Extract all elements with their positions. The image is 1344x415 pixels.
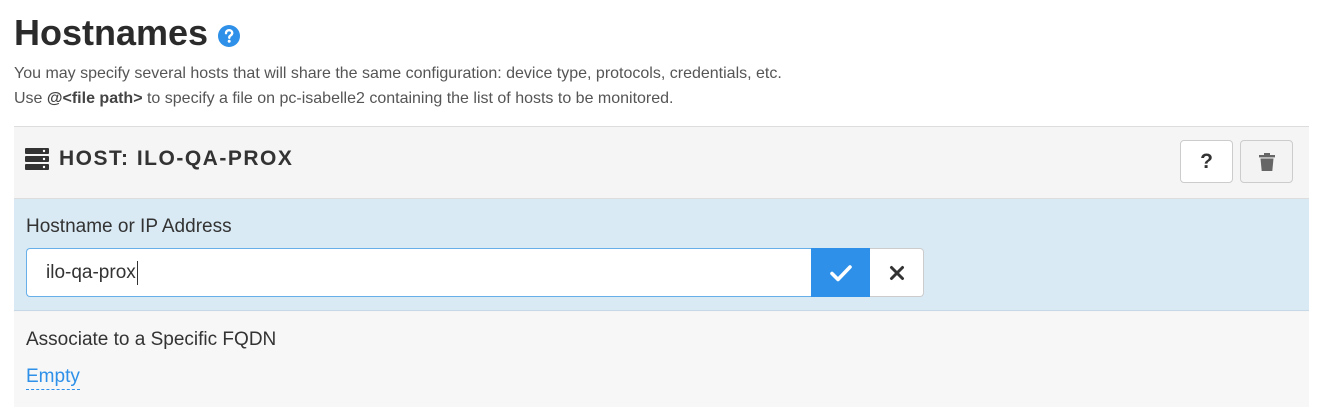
host-panel-header: HOST: ILO-QA-PROX ? (14, 127, 1309, 199)
hostname-input[interactable]: ilo-qa-prox (26, 248, 811, 297)
fqdn-empty-link[interactable]: Empty (26, 365, 80, 390)
host-help-button[interactable]: ? (1180, 140, 1233, 183)
delete-host-button[interactable] (1240, 140, 1293, 183)
confirm-hostname-button[interactable] (811, 248, 870, 297)
check-icon (829, 264, 852, 281)
description-prefix: Use (14, 90, 47, 107)
hostname-label: Hostname or IP Address (26, 216, 232, 237)
hostname-value: ilo-qa-prox (46, 261, 136, 283)
close-icon (889, 265, 904, 280)
server-icon (25, 148, 49, 170)
page-title-text: Hostnames (14, 12, 209, 53)
description-line-1: You may specify several hosts that will … (14, 65, 782, 82)
description-line-2: Use @<file path> to specify a file on pc… (14, 90, 674, 108)
fqdn-label: Associate to a Specific FQDN (26, 329, 277, 350)
fqdn-row: Associate to a Specific FQDN Empty (14, 312, 1309, 407)
hostname-input-group: ilo-qa-prox (26, 248, 924, 297)
host-title-text: HOST: ILO-QA-PROX (59, 147, 294, 170)
host-panel: HOST: ILO-QA-PROX ? Hostname or IP Addre… (14, 126, 1309, 407)
description-suffix: to specify a file on pc-isabelle2 contai… (142, 90, 674, 107)
file-path-syntax: @<file path> (46, 90, 143, 107)
host-title: HOST: ILO-QA-PROX (25, 147, 293, 171)
trash-icon (1258, 152, 1275, 171)
page-title: Hostnames (14, 12, 241, 54)
text-caret (136, 260, 138, 285)
question-circle-icon[interactable] (218, 25, 241, 47)
hostname-edit-row: Hostname or IP Address ilo-qa-prox (14, 199, 1309, 311)
cancel-hostname-button[interactable] (870, 248, 924, 297)
